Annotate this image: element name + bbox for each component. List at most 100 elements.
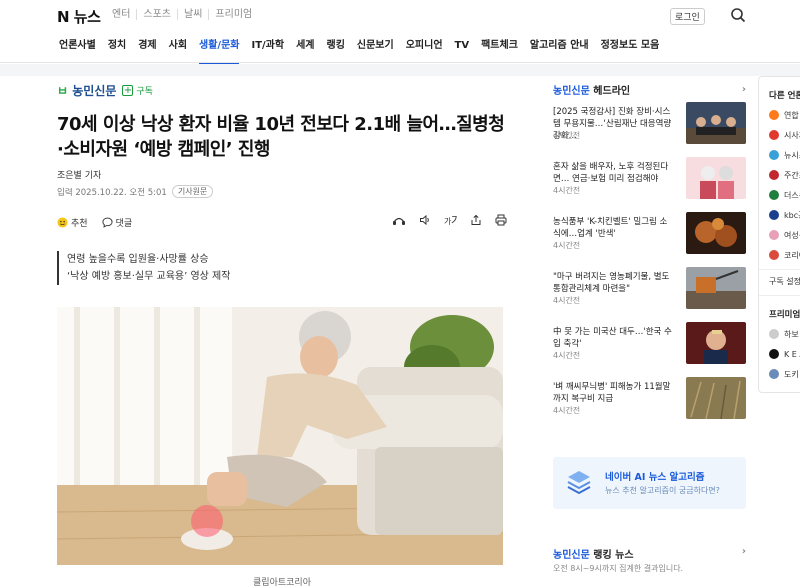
press-item[interactable]: 주간조 xyxy=(769,169,800,181)
press-logo-icon xyxy=(769,250,779,260)
banner-title: 네이버 AI 뉴스 알고리즘 xyxy=(605,472,705,483)
nav-item-world[interactable]: 세계 xyxy=(296,33,314,62)
headline-time: 4시간전 xyxy=(553,131,581,140)
press-logo[interactable]: ㅂ 농민신문 xyxy=(57,82,116,99)
search-icon[interactable] xyxy=(730,7,746,23)
press-item[interactable]: 여성신 xyxy=(769,229,800,241)
nav-item-life-culture[interactable]: 생활/문화 xyxy=(199,33,240,65)
ranking-description: 오전 8시~9시까지 집계한 결과입니다. xyxy=(553,564,684,573)
nav-item-tv[interactable]: TV xyxy=(455,33,470,62)
top-nav-premium[interactable]: 프리미엄 xyxy=(208,9,258,20)
premium-logo-icon xyxy=(769,329,779,339)
headline-time: 4시간전 xyxy=(553,186,581,195)
article-title: 70세 이상 낙상 환자 비율 10년 전보다 2.1배 늘어…질병청·소비자원… xyxy=(57,114,505,160)
subscribe-button[interactable]: + 구독 xyxy=(122,84,153,97)
byline[interactable]: 조은별 기자 xyxy=(57,168,507,181)
headline-item[interactable]: 中 못 가는 미국산 대두…'한국 수입 축각' 4시간전 xyxy=(553,322,746,370)
ai-algorithm-banner[interactable]: 네이버 AI 뉴스 알고리즘 뉴스 추천 알고리즘이 궁금하다면? xyxy=(553,457,746,509)
headline-thumbnail xyxy=(686,377,746,419)
tts-icon[interactable] xyxy=(392,214,406,227)
article-actions: 추천 댓글 가가 xyxy=(57,214,507,230)
headline-title: 헤드라인 xyxy=(593,86,631,97)
font-size-icon[interactable]: 가가 xyxy=(444,214,457,226)
press-item[interactable]: 뉴시스 xyxy=(769,149,800,161)
headline-item[interactable]: 농식품부 'K-치킨벨트' 밀그림 소식에…업계 '반색' 4시간전 xyxy=(553,212,746,260)
press-logo-icon xyxy=(769,210,779,220)
nav-item-economy[interactable]: 경제 xyxy=(138,33,156,62)
reaction-label: 추천 xyxy=(71,218,88,229)
article-photo[interactable] xyxy=(57,307,503,565)
press-item[interactable]: 연합 xyxy=(769,109,800,121)
headline-thumbnail xyxy=(686,102,746,144)
nav-item-society[interactable]: 사회 xyxy=(169,33,187,62)
headline-text: "마구 버려지는 영농폐기물, 별도 통합관리체계 마련을" xyxy=(553,272,670,294)
sidebar: 농민신문 헤드라인 › [2025 국정감사] 진화 장비·시스템 무용지물…‘… xyxy=(553,76,746,573)
other-press-title: 다른 언론사 xyxy=(769,91,800,101)
ranking-title: 랭킹 뉴스 xyxy=(593,550,634,561)
top-nav-sports[interactable]: 스포츠 xyxy=(136,9,177,20)
headline-text: 농식품부 'K-치킨벨트' 밀그림 소식에…업계 '반색' xyxy=(553,217,668,239)
subscribe-settings-link[interactable]: 구독 설정 xyxy=(769,276,800,287)
naver-news-logo[interactable]: N 뉴스 xyxy=(57,6,101,27)
nav-item-press[interactable]: 언론사별 xyxy=(59,33,96,62)
headline-thumbnail xyxy=(686,322,746,364)
premium-item[interactable]: K E A xyxy=(769,348,800,360)
subscribe-label: 구독 xyxy=(136,87,153,97)
press-logo-icon xyxy=(769,170,779,180)
headline-text: 혼자 삶을 배우자, 노후 걱정된다면… 연금·보험 미리 점검해야 xyxy=(553,162,669,184)
top-nav-weather[interactable]: 날씨 xyxy=(177,9,208,20)
headline-item[interactable]: "마구 버려지는 영농폐기물, 별도 통합관리체계 마련을" 4시간전 xyxy=(553,267,746,315)
lede-line-1: 연령 높을수록 입원율·사망률 상승 xyxy=(67,254,209,265)
nav-item-factcheck[interactable]: 팩트체크 xyxy=(481,33,518,62)
press-item[interactable]: kbc광 xyxy=(769,209,800,221)
headline-time: 4시간전 xyxy=(553,351,581,360)
nav-item-ranking[interactable]: 랭킹 xyxy=(327,33,345,62)
ranking-header[interactable]: 농민신문 랭킹 뉴스 › 오전 8시~9시까지 집계한 결과입니다. xyxy=(553,546,746,574)
print-icon[interactable] xyxy=(495,214,507,226)
headline-text: '벼 깨씨무늬병' 피해농가 11월말까지 복구비 지급 xyxy=(553,382,671,404)
press-logo-icon xyxy=(769,110,779,120)
nav-item-corrections[interactable]: 정정보도 모음 xyxy=(601,33,660,62)
comment-button[interactable]: 댓글 xyxy=(102,216,132,229)
lede-line-2: ‘낙상 예방 홍보·실무 교육용’ 영상 제작 xyxy=(67,271,231,282)
top-nav-entertainment[interactable]: 엔터 xyxy=(112,9,136,20)
headline-item[interactable]: [2025 국정감사] 진화 장비·시스템 무용지물…‘산림재난 대응역량 강화… xyxy=(553,102,746,150)
nav-item-opinion[interactable]: 오피니언 xyxy=(406,33,443,62)
press-logo-icon xyxy=(769,150,779,160)
headline-item[interactable]: '벼 깨씨무늬병' 피해농가 11월말까지 복구비 지급 4시간전 xyxy=(553,377,746,425)
fallen-elderly-woman-image xyxy=(57,307,503,565)
reaction-button[interactable]: 추천 xyxy=(57,216,88,229)
press-item-name: 시사저 xyxy=(784,130,800,140)
premium-item-name: 도키 xyxy=(784,369,799,379)
headline-item[interactable]: 혼자 삶을 배우자, 노후 걱정된다면… 연금·보험 미리 점검해야 4시간전 xyxy=(553,157,746,205)
nav-item-it-science[interactable]: IT/과학 xyxy=(251,33,284,62)
press-item-name: kbc광 xyxy=(784,210,800,220)
speaker-icon[interactable] xyxy=(419,214,431,226)
ranking-press: 농민신문 xyxy=(553,550,590,561)
main-nav: 언론사별 정치 경제 사회 생활/문화 IT/과학 세계 랭킹 신문보기 오피니… xyxy=(0,33,800,65)
press-logo-icon xyxy=(769,230,779,240)
premium-item-name: K E A xyxy=(784,349,800,359)
share-icon[interactable] xyxy=(470,214,482,226)
premium-logo-icon xyxy=(769,369,779,379)
press-logo-mark: ㅂ xyxy=(57,84,69,98)
headline-header[interactable]: 농민신문 헤드라인 › xyxy=(553,82,746,97)
source-badge[interactable]: 기사원문 xyxy=(171,185,214,198)
press-item-name: 뉴시스 xyxy=(784,150,800,160)
press-item[interactable]: 시사저 xyxy=(769,129,800,141)
banner-subtitle: 뉴스 추천 알고리즘이 궁금하다면? xyxy=(605,486,720,495)
press-logo-icon xyxy=(769,130,779,140)
headline-thumbnail xyxy=(686,267,746,309)
nav-item-newspaper[interactable]: 신문보기 xyxy=(357,33,394,62)
press-item-name: 연합 xyxy=(784,110,799,120)
press-item[interactable]: 코리아 xyxy=(769,249,800,261)
page-gutter xyxy=(0,64,800,76)
publish-date: 입력 2025.10.22. 오전 5:01 xyxy=(57,187,167,198)
login-button[interactable]: 로그인 xyxy=(670,8,705,25)
premium-item[interactable]: 도키 xyxy=(769,368,800,380)
nav-item-politics[interactable]: 정치 xyxy=(108,33,126,62)
press-item[interactable]: 더스쿠 xyxy=(769,189,800,201)
nav-item-algorithm[interactable]: 알고리즘 안내 xyxy=(530,33,589,62)
article-lede: 연령 높을수록 입원율·사망률 상승 ‘낙상 예방 홍보·실무 교육용’ 영상 … xyxy=(57,251,507,285)
premium-item[interactable]: 하보 xyxy=(769,328,800,340)
